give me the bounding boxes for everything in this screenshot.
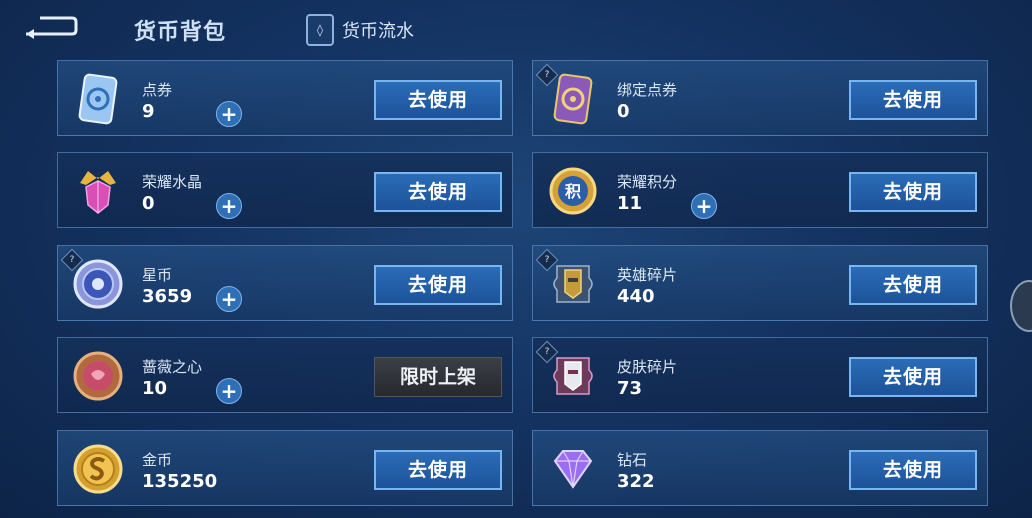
use-diamond-button[interactable]: 去使用 (849, 450, 977, 490)
star-coin-icon (70, 256, 126, 312)
use-hero-fragment-button[interactable]: 去使用 (849, 265, 977, 305)
currency-amount: 9 (142, 101, 155, 122)
use-glory-points-button[interactable]: 去使用 (849, 172, 977, 212)
back-arrow-icon (26, 16, 78, 39)
use-bound-voucher-button[interactable]: 去使用 (849, 80, 977, 120)
currency-name: 点券 (142, 81, 173, 99)
glory-points-icon: 积 (545, 163, 601, 219)
add-voucher-button[interactable]: + (216, 101, 242, 127)
currency-card-hero-fragment: ? 英雄碎片 440 去使用 (532, 245, 988, 321)
currency-flow-link[interactable]: ◊ 货币流水 (306, 14, 414, 46)
currency-card-voucher: 点券 9 + 去使用 (57, 60, 513, 136)
add-star-coin-button[interactable]: + (216, 286, 242, 312)
currency-amount: 322 (617, 471, 655, 492)
currency-amount: 73 (617, 378, 643, 399)
currency-amount: 3659 (142, 286, 193, 307)
currency-amount: 135250 (142, 471, 218, 492)
side-collapse-button[interactable] (1010, 280, 1032, 332)
currency-name: 星币 (142, 266, 173, 284)
currency-card-bound-voucher: ? 绑定点券 0 去使用 (532, 60, 988, 136)
currency-card-star-coin: ? 星币 3659 + 去使用 (57, 245, 513, 321)
add-glory-points-button[interactable]: + (691, 193, 717, 219)
currency-flow-label: 货币流水 (342, 21, 414, 42)
use-gold-coin-button[interactable]: 去使用 (374, 450, 502, 490)
currency-card-skin-fragment: ? 皮肤碎片 73 去使用 (532, 337, 988, 413)
gold-coin-icon (70, 441, 126, 497)
limited-time-button[interactable]: 限时上架 (374, 357, 502, 397)
currency-name: 荣耀水晶 (142, 173, 203, 191)
currency-card-gold-coin: 金币 135250 去使用 (57, 430, 513, 506)
currency-amount: 0 (142, 193, 155, 214)
diamond-icon (545, 441, 601, 497)
add-rose-heart-button[interactable]: + (216, 378, 242, 404)
currency-card-glory-points: 积 荣耀积分 11 + 去使用 (532, 152, 988, 228)
currency-amount: 11 (617, 193, 643, 214)
svg-text:积: 积 (565, 182, 581, 201)
currency-name: 荣耀积分 (617, 173, 678, 191)
currency-name: 皮肤碎片 (617, 358, 678, 376)
currency-name: 蔷薇之心 (142, 358, 203, 376)
use-star-coin-button[interactable]: 去使用 (374, 265, 502, 305)
bound-voucher-icon (545, 71, 601, 127)
use-glory-crystal-button[interactable]: 去使用 (374, 172, 502, 212)
currency-amount: 10 (142, 378, 168, 399)
currency-amount: 440 (617, 286, 655, 307)
currency-card-diamond: 钻石 322 去使用 (532, 430, 988, 506)
voucher-card-icon (70, 71, 126, 127)
use-voucher-button[interactable]: 去使用 (374, 80, 502, 120)
currency-card-glory-crystal: 荣耀水晶 0 + 去使用 (57, 152, 513, 228)
page-title: 货币背包 (134, 20, 227, 45)
currency-name: 英雄碎片 (617, 266, 678, 284)
glory-crystal-icon (70, 163, 126, 219)
currency-card-rose-heart: 蔷薇之心 10 + 限时上架 (57, 337, 513, 413)
add-glory-crystal-button[interactable]: + (216, 193, 242, 219)
use-skin-fragment-button[interactable]: 去使用 (849, 357, 977, 397)
currency-name: 绑定点券 (617, 81, 678, 99)
currency-amount: 0 (617, 101, 630, 122)
ledger-icon: ◊ (306, 14, 334, 46)
skin-fragment-icon (545, 348, 601, 404)
back-button[interactable] (20, 12, 80, 44)
currency-name: 钻石 (617, 451, 648, 469)
hero-fragment-icon (545, 256, 601, 312)
currency-name: 金币 (142, 451, 173, 469)
rose-heart-icon (70, 348, 126, 404)
